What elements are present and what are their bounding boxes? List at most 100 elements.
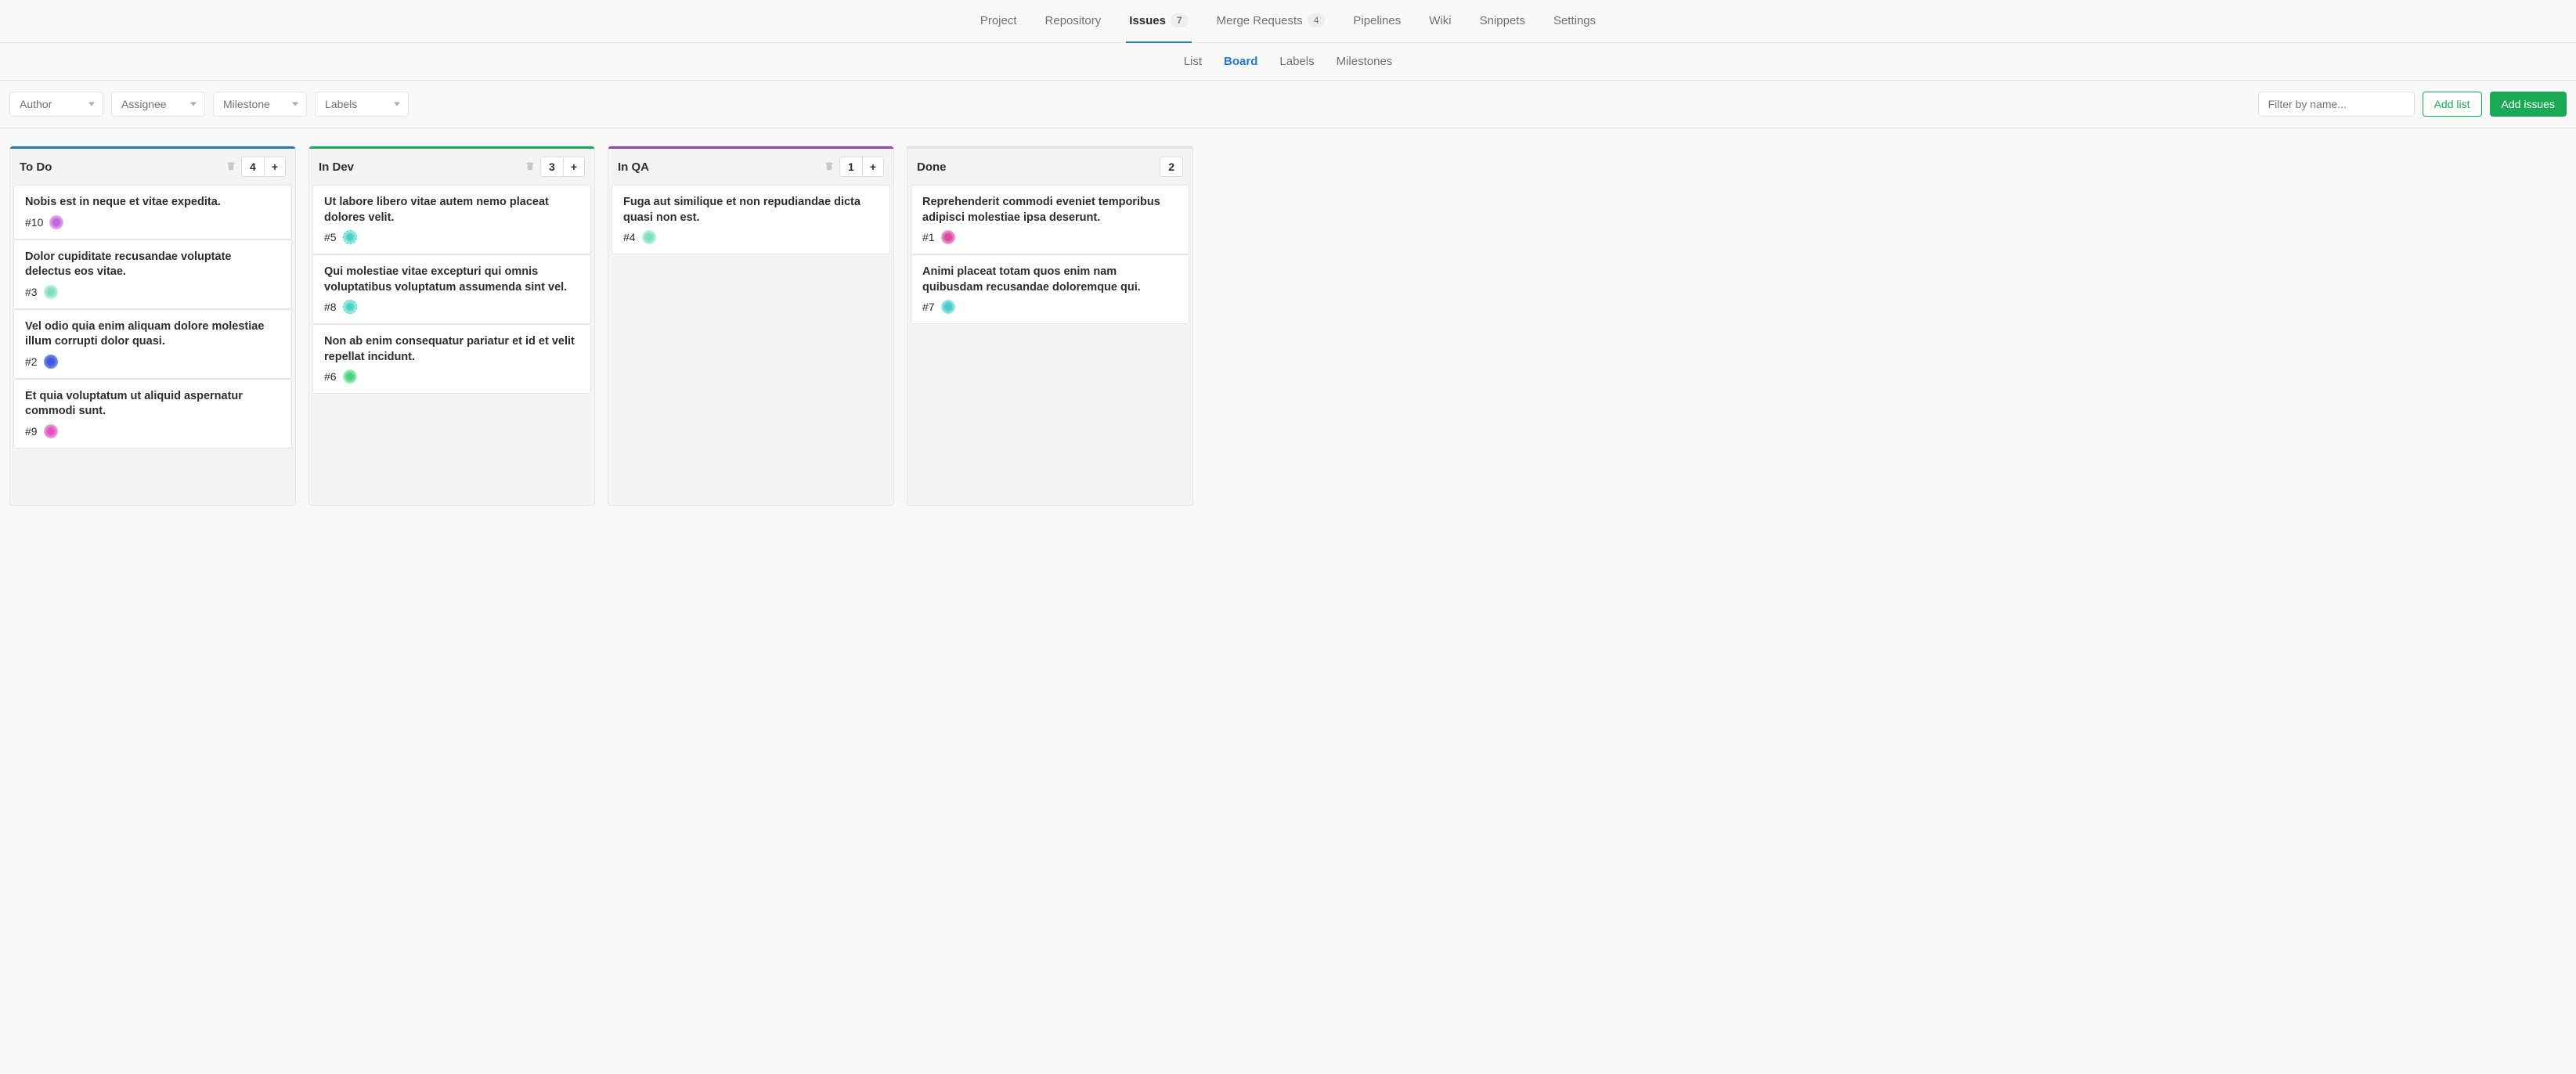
filter-bar: Author Assignee Milestone Labels Add lis…: [0, 81, 2576, 128]
issue-title: Qui molestiae vitae excepturi qui omnis …: [324, 265, 579, 295]
subnav-item-board[interactable]: Board: [1224, 55, 1257, 68]
issue-meta: #9: [25, 424, 280, 438]
milestone-dropdown[interactable]: Milestone: [213, 92, 307, 117]
list-cards: Ut labore libero vitae autem nemo placea…: [309, 185, 594, 400]
board-list: In QA 1+ Fuga aut similique et non repudia…: [608, 146, 894, 506]
issue-id: #2: [25, 355, 38, 368]
assignee-avatar: [343, 300, 357, 314]
list-cards: Nobis est in neque et vitae expedita. #10…: [10, 185, 295, 455]
nav-item-label: Wiki: [1429, 14, 1451, 27]
board-list: To Do 4+ Nobis est in neque et vitae exped…: [9, 146, 296, 506]
nav-item-project[interactable]: Project: [977, 0, 1020, 43]
list-cards: Fuga aut similique et non repudiandae di…: [608, 185, 893, 261]
issue-id: #6: [324, 370, 337, 383]
list-count: 4: [242, 157, 264, 176]
add-card-button[interactable]: +: [862, 157, 883, 176]
add-card-button[interactable]: +: [563, 157, 584, 176]
nav-item-badge: 4: [1308, 13, 1326, 27]
issue-card[interactable]: Animi placeat totam quos enim nam quibus…: [911, 254, 1189, 324]
assignee-avatar: [343, 369, 357, 384]
list-header: In QA 1+: [608, 149, 893, 185]
nav-item-settings[interactable]: Settings: [1550, 0, 1599, 43]
nav-item-snippets[interactable]: Snippets: [1477, 0, 1528, 43]
nav-item-issues[interactable]: Issues 7: [1126, 0, 1191, 43]
issue-id: #1: [922, 231, 935, 243]
board-list: In Dev 3+ Ut labore libero vitae autem nem…: [308, 146, 595, 506]
issue-title: Fuga aut similique et non repudiandae di…: [623, 195, 879, 225]
nav-item-label: Merge Requests: [1217, 14, 1303, 27]
issue-meta: #1: [922, 230, 1178, 244]
issue-id: #10: [25, 216, 43, 229]
nav-item-label: Issues: [1129, 14, 1166, 27]
list-title: To Do: [20, 160, 225, 174]
trash-icon[interactable]: [225, 160, 236, 174]
nav-item-wiki[interactable]: Wiki: [1426, 0, 1454, 43]
list-title: Done: [917, 160, 1160, 174]
nav-primary: Project Repository Issues 7 Merge Requests 4 P…: [0, 0, 2576, 43]
nav-item-badge: 7: [1171, 13, 1189, 27]
nav-item-label: Settings: [1553, 14, 1596, 27]
assignee-avatar: [44, 424, 58, 438]
issue-title: Vel odio quia enim aliquam dolore molest…: [25, 319, 280, 350]
issue-title: Animi placeat totam quos enim nam quibus…: [922, 265, 1178, 295]
issue-meta: #7: [922, 300, 1178, 314]
issue-title: Ut labore libero vitae autem nemo placea…: [324, 195, 579, 225]
trash-icon[interactable]: [525, 160, 536, 174]
issue-card[interactable]: Non ab enim consequatur pariatur et id e…: [312, 324, 591, 394]
issue-card[interactable]: Ut labore libero vitae autem nemo placea…: [312, 185, 591, 254]
assignee-avatar: [343, 230, 357, 244]
nav-item-merge-requests[interactable]: Merge Requests 4: [1214, 0, 1329, 43]
issue-card[interactable]: Et quia voluptatum ut aliquid aspernatur…: [13, 379, 292, 449]
issue-title: Nobis est in neque et vitae expedita.: [25, 195, 280, 211]
list-title: In Dev: [319, 160, 525, 174]
list-count-box: 4+: [241, 157, 286, 177]
issue-card[interactable]: Qui molestiae vitae excepturi qui omnis …: [312, 254, 591, 324]
subnav-item-list[interactable]: List: [1184, 55, 1202, 68]
labels-dropdown[interactable]: Labels: [315, 92, 409, 117]
search-input[interactable]: [2258, 92, 2415, 117]
add-issues-button[interactable]: Add issues: [2490, 92, 2567, 117]
nav-item-label: Snippets: [1480, 14, 1525, 27]
assignee-avatar: [941, 300, 955, 314]
author-dropdown[interactable]: Author: [9, 92, 103, 117]
list-cards: Reprehenderit commodi eveniet temporibus…: [907, 185, 1192, 330]
assignee-avatar: [941, 230, 955, 244]
list-count: 3: [541, 157, 563, 176]
issue-card[interactable]: Nobis est in neque et vitae expedita. #10: [13, 185, 292, 240]
issue-meta: #5: [324, 230, 579, 244]
subnav-item-labels[interactable]: Labels: [1279, 55, 1314, 68]
subnav-item-milestones[interactable]: Milestones: [1337, 55, 1393, 68]
issue-card[interactable]: Vel odio quia enim aliquam dolore molest…: [13, 309, 292, 379]
issue-meta: #6: [324, 369, 579, 384]
nav-item-label: Repository: [1045, 14, 1102, 27]
list-header: Done2: [907, 149, 1192, 185]
issue-id: #9: [25, 425, 38, 438]
issue-card[interactable]: Fuga aut similique et non repudiandae di…: [612, 185, 890, 254]
add-card-button[interactable]: +: [264, 157, 285, 176]
issue-meta: #3: [25, 285, 280, 299]
list-count-box: 3+: [540, 157, 585, 177]
issue-meta: #2: [25, 355, 280, 369]
issue-title: Dolor cupiditate recusandae voluptate de…: [25, 250, 280, 280]
issue-title: Et quia voluptatum ut aliquid aspernatur…: [25, 389, 280, 420]
issue-title: Reprehenderit commodi eveniet temporibus…: [922, 195, 1178, 225]
issue-meta: #8: [324, 300, 579, 314]
list-title: In QA: [618, 160, 824, 174]
nav-item-repository[interactable]: Repository: [1042, 0, 1105, 43]
board: To Do4+Nobis est in neque et vitae exped…: [0, 128, 2576, 523]
issue-card[interactable]: Reprehenderit commodi eveniet temporibus…: [911, 185, 1189, 254]
nav-item-label: Pipelines: [1353, 14, 1401, 27]
list-count-box: 1+: [839, 157, 884, 177]
issue-id: #4: [623, 231, 636, 243]
assignee-dropdown[interactable]: Assignee: [111, 92, 205, 117]
nav-secondary: List Board Labels Milestones: [0, 43, 2576, 81]
board-list: Done2 Reprehenderit commodi eveniet tempo…: [907, 146, 1193, 506]
issue-id: #7: [922, 301, 935, 313]
list-count: 2: [1160, 157, 1183, 177]
issue-card[interactable]: Dolor cupiditate recusandae voluptate de…: [13, 240, 292, 309]
nav-item-pipelines[interactable]: Pipelines: [1350, 0, 1404, 43]
trash-icon[interactable]: [824, 160, 835, 174]
add-list-button[interactable]: Add list: [2423, 92, 2482, 117]
issue-id: #8: [324, 301, 337, 313]
issue-id: #5: [324, 231, 337, 243]
